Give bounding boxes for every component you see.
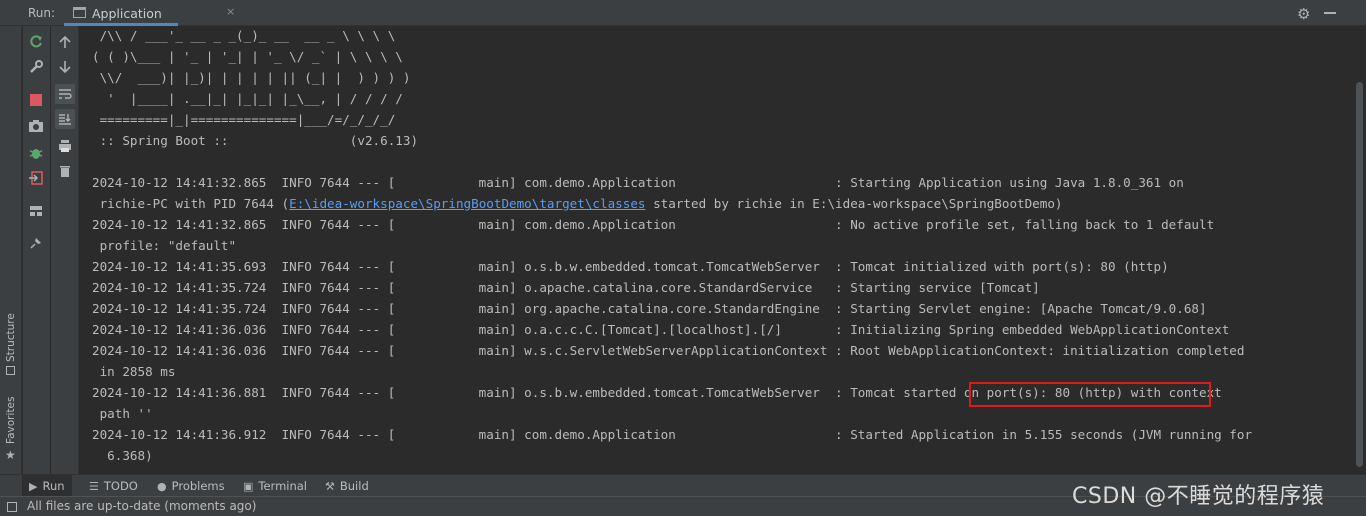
minimize-icon[interactable] [1324,12,1336,14]
log-line-continuation: path '' [92,406,153,421]
print-icon[interactable] [55,136,75,156]
run-toolbar-secondary [51,26,79,474]
terminal-icon: ▣ [243,479,254,493]
banner-line: /\\ / ___'_ __ _ _(_)_ __ __ _ \ \ \ \ [92,28,396,43]
watermark: CSDN @不睡觉的程序猿 [1072,484,1325,509]
close-icon[interactable]: × [226,5,235,18]
banner-line: =========|_|==============|___/=/_/_/_/ [92,112,396,127]
trash-icon[interactable] [55,161,75,181]
tab-problems[interactable]: ● Problems [150,475,232,497]
console-scrollbar[interactable] [1352,26,1366,474]
log-line: 2024-10-12 14:41:35.693 INFO 7644 --- [ … [92,259,1169,274]
classpath-link[interactable]: E:\idea-workspace\SpringBootDemo\target\… [289,196,645,211]
log-line: 2024-10-12 14:41:35.724 INFO 7644 --- [ … [92,301,1207,316]
tab-run[interactable]: ▶ Run [22,475,72,497]
run-tool-window-header: Run: Application × ⚙ [0,0,1366,26]
run-toolbar-primary [23,26,50,474]
bug-icon[interactable] [26,143,46,163]
tab-problems-label: Problems [171,479,225,493]
run-label: Run: [28,6,56,20]
log-text: started by richie in E:\idea-workspace\S… [645,196,1063,211]
star-icon: ★ [5,448,16,462]
tab-build[interactable]: ⚒ Build [318,475,376,497]
log-line: 2024-10-12 14:41:35.724 INFO 7644 --- [ … [92,280,1040,295]
log-line: 2024-10-12 14:41:36.036 INFO 7644 --- [ … [92,322,1230,337]
camera-icon[interactable] [26,116,46,136]
arrow-down-icon[interactable] [55,57,75,77]
exit-icon[interactable] [26,168,46,188]
highlight-box [969,382,1211,407]
banner-line: ' |____| .__|_| |_|_| |_\__, | / / / / [92,91,403,106]
list-icon: ☰ [89,479,99,493]
arrow-up-icon[interactable] [55,32,75,52]
banner-line: \\/ ___)| |_)| | | | | || (_| | ) ) ) ) [92,70,411,85]
log-line: 2024-10-12 14:41:32.865 INFO 7644 --- [ … [92,175,1184,190]
log-line-continuation: in 2858 ms [92,364,176,379]
pin-icon[interactable] [26,233,46,253]
log-line-continuation: richie-PC with PID 7644 (E:\idea-workspa… [92,196,1063,212]
gear-icon[interactable]: ⚙ [1297,5,1310,23]
tab-todo-label: TODO [103,479,138,493]
tab-run-label: Run [42,479,65,493]
info-icon: ● [157,479,167,493]
scroll-to-end-icon[interactable] [55,109,75,129]
console-output[interactable]: /\\ / ___'_ __ _ _(_)_ __ __ _ \ \ \ \ (… [80,26,1352,474]
favorites-tab[interactable]: Favorites [5,397,17,444]
tab-terminal-label: Terminal [258,479,308,493]
tab-todo[interactable]: ☰ TODO [82,475,145,497]
tab-terminal[interactable]: ▣ Terminal [236,475,314,497]
tab-build-label: Build [339,479,369,493]
wrench-icon[interactable] [26,57,46,77]
layout-icon[interactable] [26,201,46,221]
scroll-thumb[interactable] [1356,82,1363,467]
log-line: 2024-10-12 14:41:36.912 INFO 7644 --- [ … [92,427,1253,442]
tab-title: Application [92,6,162,21]
soft-wrap-icon[interactable] [55,84,75,104]
log-line-continuation: profile: "default" [92,238,237,253]
stop-icon[interactable] [26,90,46,110]
application-icon [73,7,86,18]
log-line: 2024-10-12 14:41:36.036 INFO 7644 --- [ … [92,343,1245,358]
structure-icon [6,366,15,375]
spring-boot-version-line: :: Spring Boot :: (v2.6.13) [92,133,419,148]
log-line-continuation: 6.368) [92,448,153,463]
tab-application[interactable]: Application × [64,0,235,26]
rerun-icon[interactable] [26,32,46,52]
status-icon[interactable] [7,502,17,512]
hammer-icon: ⚒ [325,479,335,493]
status-text: All files are up-to-date (moments ago) [27,499,257,513]
log-text: richie-PC with PID 7644 ( [92,196,290,211]
banner-line: ( ( )\___ | '_ | '_| | '_ \/ _` | \ \ \ … [92,49,403,64]
left-tool-stripe: Structure Favorites [0,26,22,474]
structure-tab[interactable]: Structure [5,313,17,362]
play-icon: ▶ [29,479,38,493]
log-line: 2024-10-12 14:41:32.865 INFO 7644 --- [ … [92,217,1215,232]
